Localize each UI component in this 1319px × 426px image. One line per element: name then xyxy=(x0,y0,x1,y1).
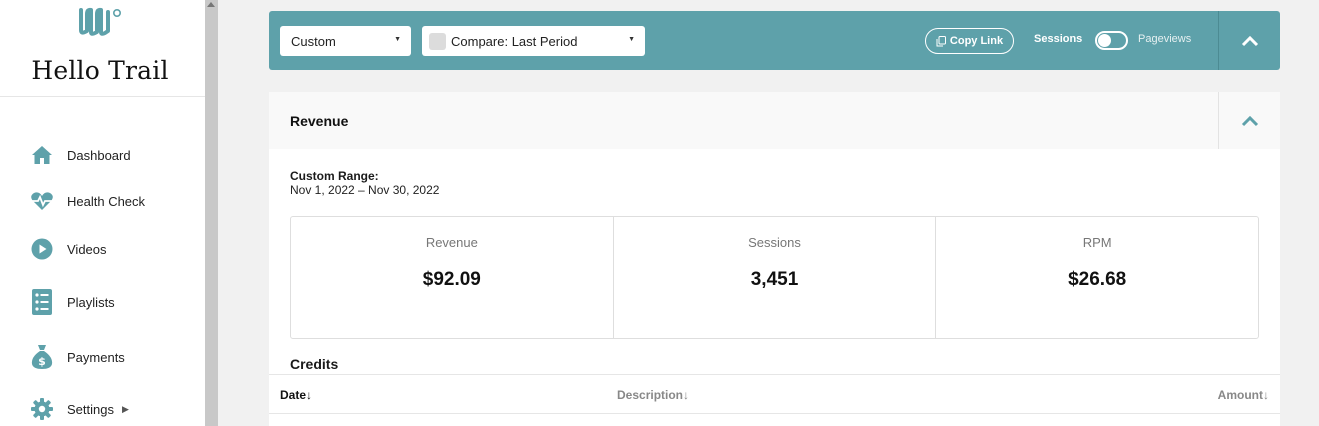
stat-value: $92.09 xyxy=(422,269,481,290)
chevron-up-icon xyxy=(1241,115,1258,126)
svg-text:$: $ xyxy=(38,355,46,368)
copy-link-button[interactable]: Copy Link xyxy=(925,28,1014,54)
heart-pulse-icon xyxy=(30,189,54,213)
sidebar-item-dashboard[interactable]: Dashboard xyxy=(0,137,205,173)
filter-bar: Custom ▼ Compare: Last Period ▼ Copy Lin… xyxy=(269,11,1280,70)
list-icon xyxy=(30,289,54,315)
sidebar-item-health-check[interactable]: Health Check xyxy=(0,183,205,219)
revenue-card: Revenue Custom Range: Nov 1, 2022 – Nov … xyxy=(269,92,1280,426)
stat-value: $26.68 xyxy=(1068,269,1127,290)
custom-range-label: Custom Range: xyxy=(290,169,379,183)
revenue-card-header: Revenue xyxy=(269,92,1280,149)
sidebar-item-label: Settings xyxy=(67,401,114,417)
caret-down-icon: ▼ xyxy=(628,36,635,43)
play-circle-icon xyxy=(30,237,54,261)
copy-link-label: Copy Link xyxy=(949,35,1004,47)
scroll-up-icon[interactable] xyxy=(207,2,215,7)
sidebar-item-videos[interactable]: Videos xyxy=(0,231,205,267)
site-name: Hello Trail xyxy=(31,56,169,85)
column-header-amount[interactable]: Amount↓ xyxy=(1218,388,1269,402)
home-icon xyxy=(30,143,54,167)
stat-rpm: RPM $26.68 xyxy=(936,217,1258,338)
sessions-pageviews-toggle[interactable] xyxy=(1095,31,1128,50)
copy-icon xyxy=(936,35,946,47)
column-header-description[interactable]: Description↓ xyxy=(617,388,689,402)
chevron-right-icon: ▶ xyxy=(122,403,129,414)
sidebar-scrollbar[interactable] xyxy=(205,0,218,426)
date-range-select[interactable]: Custom ▼ xyxy=(280,26,411,56)
stat-value: 3,451 xyxy=(750,269,799,290)
custom-range-dates: Nov 1, 2022 – Nov 30, 2022 xyxy=(290,183,440,197)
chevron-up-icon xyxy=(1241,35,1258,46)
sidebar: Hello Trail Dashboard Health Check Video… xyxy=(0,0,205,426)
revenue-stats: Revenue $92.09 Sessions 3,451 RPM $26.68 xyxy=(290,216,1259,339)
sidebar-item-label: Videos xyxy=(67,241,107,257)
credits-title: Credits xyxy=(290,356,339,372)
caret-down-icon: ▼ xyxy=(394,36,401,43)
date-range-value: Custom xyxy=(291,33,336,49)
stat-label: RPM xyxy=(1082,235,1112,250)
sidebar-item-playlists[interactable]: Playlists xyxy=(0,284,205,320)
stat-label: Revenue xyxy=(425,235,478,250)
revenue-title: Revenue xyxy=(290,113,349,129)
sidebar-item-label: Payments xyxy=(67,349,125,365)
compare-select[interactable]: Compare: Last Period ▼ xyxy=(422,26,645,56)
mediavine-logo-icon xyxy=(79,7,121,36)
compare-checkbox[interactable] xyxy=(429,32,446,50)
sidebar-item-label: Playlists xyxy=(67,294,115,310)
stat-revenue: Revenue $92.09 xyxy=(291,217,614,338)
brand-header: Hello Trail xyxy=(0,0,205,97)
collapse-revenue-button[interactable] xyxy=(1219,92,1280,149)
stat-sessions: Sessions 3,451 xyxy=(614,217,937,338)
credits-table-header: Date↓ Description↓ Amount↓ xyxy=(269,374,1280,414)
column-header-date[interactable]: Date↓ xyxy=(280,388,312,402)
gear-icon xyxy=(30,397,54,421)
toggle-knob xyxy=(1098,34,1111,47)
sessions-toggle-label: Sessions xyxy=(1034,33,1083,45)
money-bag-icon: $ xyxy=(30,345,54,369)
collapse-filters-button[interactable] xyxy=(1219,11,1280,70)
sidebar-item-settings[interactable]: Settings ▶ xyxy=(0,391,205,426)
sidebar-item-label: Dashboard xyxy=(67,147,131,163)
compare-value: Compare: Last Period xyxy=(451,33,578,49)
sidebar-item-payments[interactable]: $ Payments xyxy=(0,339,205,375)
sidebar-item-label: Health Check xyxy=(67,193,146,209)
stat-label: Sessions xyxy=(748,235,801,250)
pageviews-toggle-label: Pageviews xyxy=(1138,33,1192,45)
